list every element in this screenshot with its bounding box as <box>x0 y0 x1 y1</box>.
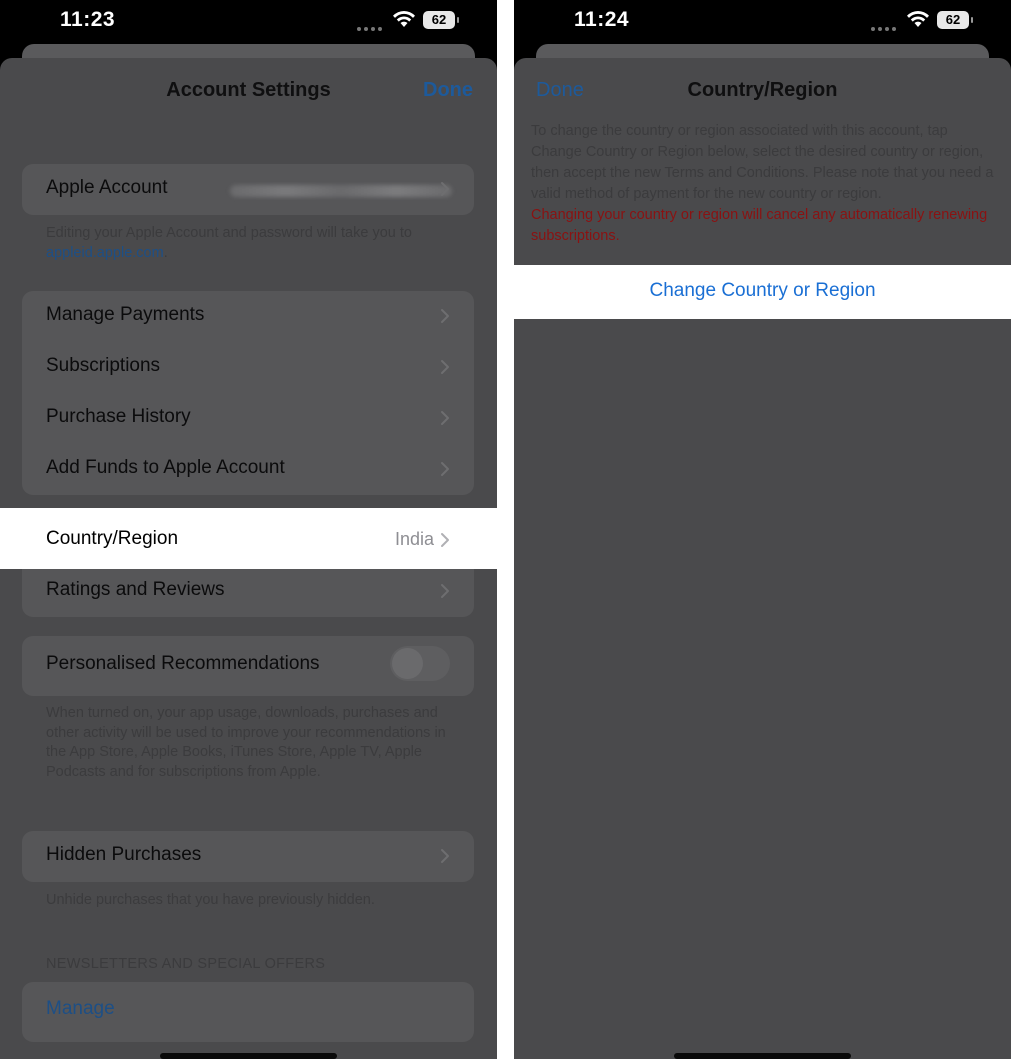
hidden-purchases-footnote: Unhide purchases that you have previousl… <box>46 892 375 908</box>
chevron-right-icon <box>441 584 449 598</box>
cancel-subscriptions-warning: Changing your country or region will can… <box>531 207 988 244</box>
wifi-icon <box>907 10 929 27</box>
hidden-purchases-group: Hidden Purchases <box>22 831 474 882</box>
newsletters-group: Manage <box>22 982 474 1042</box>
apple-account-email-redacted <box>230 185 452 197</box>
manage-payments-label: Manage Payments <box>46 304 205 325</box>
appleid-link[interactable]: appleid.apple.com <box>46 245 164 261</box>
status-time: 11:23 <box>60 8 116 31</box>
change-country-highlight: Change Country or Region <box>514 265 1011 319</box>
payments-group: Manage Payments Subscriptions Purchase H… <box>22 291 474 495</box>
chevron-right-icon <box>441 360 449 374</box>
country-region-value: India <box>394 529 434 549</box>
screen-account-settings: 11:23 62 Account Settings Done Apple Acc… <box>0 0 497 1059</box>
apple-account-note-suffix: . <box>163 244 168 261</box>
personalised-row: Personalised Recommendations <box>22 640 474 691</box>
personalised-toggle[interactable] <box>390 646 450 681</box>
chevron-right-icon <box>441 182 449 196</box>
done-button[interactable]: Done <box>423 79 473 102</box>
home-indicator <box>160 1053 337 1059</box>
manage-newsletters-link[interactable]: Manage <box>46 998 115 1020</box>
apple-account-row[interactable]: Apple Account <box>22 164 474 215</box>
purchase-history-label: Purchase History <box>46 406 191 427</box>
country-change-description: To change the country or region associat… <box>531 121 1001 247</box>
subscriptions-row[interactable]: Subscriptions <box>22 342 474 393</box>
add-funds-row[interactable]: Add Funds to Apple Account <box>22 444 474 495</box>
country-region-label: Country/Region <box>46 528 179 549</box>
battery-icon: 62 <box>423 11 459 29</box>
chevron-right-icon <box>441 533 449 547</box>
chevron-right-icon <box>441 411 449 425</box>
home-indicator <box>674 1053 851 1059</box>
apple-account-note-text: Editing your Apple Account and password … <box>46 225 412 241</box>
newsletters-header: NEWSLETTERS AND SPECIAL OFFERS <box>46 956 326 972</box>
cellular-signal-icon <box>871 18 899 31</box>
personalised-group: Personalised Recommendations <box>22 636 474 696</box>
battery-icon: 62 <box>937 11 973 29</box>
add-funds-label: Add Funds to Apple Account <box>46 457 285 478</box>
chevron-right-icon <box>441 309 449 323</box>
hidden-purchases-row[interactable]: Hidden Purchases <box>22 831 474 882</box>
change-country-button[interactable]: Change Country or Region <box>514 280 1011 302</box>
ratings-reviews-label: Ratings and Reviews <box>46 579 225 600</box>
personalised-footnote: When turned on, your app usage, download… <box>46 705 446 780</box>
apple-account-label: Apple Account <box>46 177 168 198</box>
country-region-row[interactable]: Country/Region India <box>22 515 474 566</box>
purchase-history-row[interactable]: Purchase History <box>22 393 474 444</box>
wifi-icon <box>393 10 415 27</box>
apple-account-footnote: Editing your Apple Account and password … <box>46 224 456 263</box>
description-text: To change the country or region associat… <box>531 123 994 202</box>
personalised-label: Personalised Recommendations <box>46 653 320 674</box>
hidden-purchases-label: Hidden Purchases <box>46 844 202 865</box>
nav-title: Country/Region <box>687 79 838 101</box>
status-bar: 11:23 62 <box>0 0 497 44</box>
ratings-reviews-row[interactable]: Ratings and Reviews <box>22 566 474 617</box>
chevron-right-icon <box>441 462 449 476</box>
status-time: 11:24 <box>574 8 630 31</box>
subscriptions-label: Subscriptions <box>46 355 161 376</box>
manage-payments-row[interactable]: Manage Payments <box>22 291 474 342</box>
chevron-right-icon <box>441 849 449 863</box>
cellular-signal-icon <box>357 18 385 31</box>
apple-account-group: Apple Account <box>22 164 474 215</box>
toggle-knob <box>392 648 423 679</box>
status-bar: 11:24 62 <box>514 0 1011 44</box>
